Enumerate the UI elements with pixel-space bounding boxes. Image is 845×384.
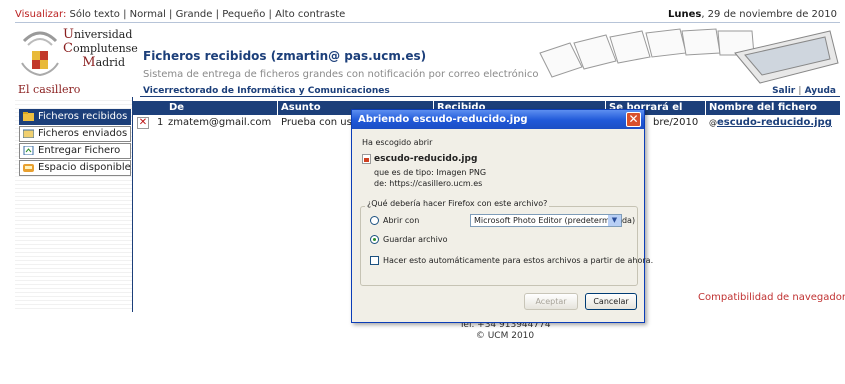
footer-copyright: © UCM 2010 bbox=[475, 331, 535, 341]
high-contrast-link[interactable]: Alto contraste bbox=[275, 9, 345, 20]
date-rest: , 29 de noviembre de 2010 bbox=[701, 9, 837, 20]
accessibility-bar: Visualizar: Sólo texto | Normal | Grande… bbox=[15, 9, 840, 23]
cell-delete-date: bre/2010 bbox=[653, 117, 699, 128]
sidebar-item-label: Espacio disponible bbox=[38, 162, 131, 173]
upload-file-icon bbox=[23, 146, 34, 155]
column-header-filename[interactable]: Nombre del fichero bbox=[709, 102, 817, 113]
file-type-label: que es de tipo: bbox=[374, 168, 434, 177]
save-file-radio[interactable] bbox=[370, 235, 379, 244]
delete-icon[interactable]: ✕ bbox=[137, 117, 149, 129]
header-links: Salir | Ayuda bbox=[772, 85, 836, 97]
display-options: Visualizar: Sólo texto | Normal | Grande… bbox=[15, 9, 345, 20]
close-icon[interactable]: ✕ bbox=[626, 112, 641, 127]
logo-cap: C bbox=[63, 41, 73, 56]
cell-from: zmatem@gmail.com bbox=[168, 117, 272, 128]
logo-word: niversidad bbox=[73, 28, 133, 41]
auto-action-label[interactable]: Hacer esto automáticamente para estos ar… bbox=[383, 256, 653, 265]
file-type-line: que es de tipo: Imagen PNG bbox=[374, 168, 486, 177]
auto-action-checkbox[interactable] bbox=[370, 256, 379, 265]
cell-filename: @escudo-reducido.jpg bbox=[709, 117, 832, 128]
sidebar-item-label: Ficheros enviados bbox=[38, 128, 128, 139]
accept-button[interactable]: Aceptar bbox=[524, 293, 578, 310]
visualize-label: Visualizar: bbox=[15, 9, 67, 20]
save-file-label[interactable]: Guardar archivo bbox=[383, 235, 447, 244]
section-strip: El casillero Vicerrectorado de Informáti… bbox=[15, 83, 840, 97]
logo-word: omplutense bbox=[72, 42, 138, 55]
chosen-label: Ha escogido abrir bbox=[362, 138, 433, 147]
column-header-subject[interactable]: Asunto bbox=[281, 102, 321, 113]
sidebar: Ficheros recibidos Ficheros enviados Ent… bbox=[15, 97, 133, 312]
logo-word: adrid bbox=[95, 56, 125, 69]
page-subtitle: Sistema de entrega de ficheros grandes c… bbox=[143, 69, 539, 80]
university-logo-text: Universidad Complutense Madrid bbox=[63, 27, 138, 70]
file-source-label: de: bbox=[374, 179, 387, 188]
folder-icon bbox=[23, 112, 34, 121]
logo-cap: M bbox=[82, 55, 96, 70]
chevron-down-icon[interactable]: ▼ bbox=[608, 215, 621, 226]
dialog-title-bar[interactable]: Abriendo escudo-reducido.jpg bbox=[352, 110, 644, 129]
help-link[interactable]: Ayuda bbox=[805, 86, 836, 96]
page-footer: Tel. +34 913944774 © UCM 2010 bbox=[0, 320, 845, 342]
column-divider bbox=[705, 101, 706, 115]
text-only-link[interactable]: Sólo texto bbox=[70, 9, 120, 20]
sent-folder-icon bbox=[23, 129, 34, 138]
cancel-button[interactable]: Cancelar bbox=[585, 293, 637, 310]
sidebar-item-deliver-file[interactable]: Entregar Fichero bbox=[19, 143, 131, 159]
large-size-link[interactable]: Grande bbox=[176, 9, 213, 20]
separator: | bbox=[169, 9, 173, 20]
action-question: ¿Qué debería hacer Firefox con este arch… bbox=[365, 199, 550, 208]
open-with-label[interactable]: Abrir con bbox=[383, 216, 419, 225]
download-dialog: Abriendo escudo-reducido.jpg ✕ Ha escogi… bbox=[351, 109, 653, 323]
vice-rectorate-bar: Vicerrectorado de Informática y Comunica… bbox=[140, 85, 840, 97]
row-number: 1 bbox=[157, 117, 164, 128]
separator: | bbox=[123, 9, 127, 20]
separator: | bbox=[798, 86, 802, 96]
normal-size-link[interactable]: Normal bbox=[130, 9, 166, 20]
dialog-filename: escudo-reducido.jpg bbox=[374, 154, 478, 164]
column-header-from[interactable]: De bbox=[169, 102, 184, 113]
dialog-title: Abriendo escudo-reducido.jpg bbox=[358, 114, 528, 125]
file-download-link[interactable]: escudo-reducido.jpg bbox=[717, 117, 832, 128]
sidebar-item-received-files[interactable]: Ficheros recibidos bbox=[19, 109, 131, 125]
current-date: Lunes, 29 de noviembre de 2010 bbox=[668, 9, 837, 20]
file-source-value: https://casillero.ucm.es bbox=[389, 179, 483, 188]
sidebar-item-available-space[interactable]: Espacio disponible bbox=[19, 160, 131, 176]
vice-rectorate-label: Vicerrectorado de Informática y Comunica… bbox=[143, 86, 390, 96]
date-day: Lunes bbox=[667, 9, 702, 20]
open-with-app-select[interactable]: Microsoft Photo Editor (predeterminada) … bbox=[470, 214, 635, 227]
sidebar-item-sent-files[interactable]: Ficheros enviados bbox=[19, 126, 131, 142]
disk-space-icon bbox=[23, 164, 34, 172]
attachment-icon: @ bbox=[709, 118, 717, 127]
sidebar-item-label: Ficheros recibidos bbox=[38, 111, 128, 122]
image-file-icon bbox=[362, 154, 371, 164]
site-header: Universidad Complutense Madrid Ficheros … bbox=[15, 23, 840, 85]
column-divider bbox=[277, 101, 278, 115]
app-brand: El casillero bbox=[18, 83, 81, 96]
file-source-line: de: https://casillero.ucm.es bbox=[374, 179, 482, 188]
page-title: Ficheros recibidos (zmartin@ pas.ucm.es) bbox=[143, 49, 427, 63]
file-type-value: Imagen PNG bbox=[436, 168, 487, 177]
open-with-radio[interactable] bbox=[370, 216, 379, 225]
separator: | bbox=[215, 9, 219, 20]
small-size-link[interactable]: Pequeño bbox=[222, 9, 265, 20]
separator: | bbox=[268, 9, 272, 20]
university-seal-icon bbox=[21, 31, 59, 77]
flying-documents-illustration bbox=[539, 28, 839, 84]
logout-link[interactable]: Salir bbox=[772, 86, 795, 96]
sidebar-item-label: Entregar Fichero bbox=[38, 145, 121, 156]
logo-cap: U bbox=[63, 27, 74, 42]
browser-compatibility-link[interactable]: Compatibilidad de navegadores bbox=[698, 292, 845, 303]
cell-subject: Prueba con usu bbox=[281, 117, 359, 128]
